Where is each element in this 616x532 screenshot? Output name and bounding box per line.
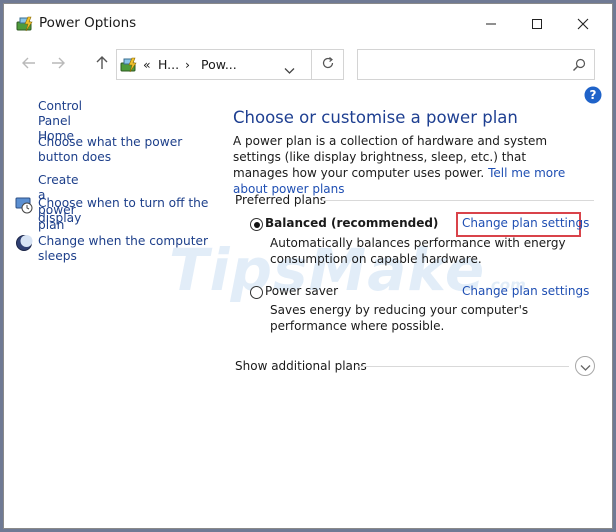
section-divider <box>322 200 594 201</box>
maximize-icon <box>531 15 543 34</box>
power-options-window: Power Options « H... › Pow... ? Control … <box>3 3 613 529</box>
close-button[interactable] <box>560 4 606 44</box>
title-bar: Power Options <box>4 4 612 44</box>
preferred-plans-label: Preferred plans <box>235 193 327 207</box>
forward-button[interactable] <box>49 56 67 74</box>
balanced-radio[interactable] <box>250 218 263 231</box>
power-saver-plan-name[interactable]: Power saver <box>265 284 338 298</box>
sidebar-item-power-button[interactable]: Choose what the power button does <box>38 135 216 165</box>
balanced-plan-description: Automatically balances performance with … <box>270 236 566 266</box>
show-additional-plans-label[interactable]: Show additional plans <box>235 359 367 373</box>
balanced-change-settings-link[interactable]: Change plan settings <box>462 216 589 230</box>
sleep-moon-icon <box>15 234 33 252</box>
power-saver-radio[interactable] <box>250 286 263 299</box>
back-button[interactable] <box>20 56 38 74</box>
address-overflow[interactable]: « <box>143 57 151 72</box>
sidebar-item-sleep[interactable]: Change when the computer sleeps <box>38 234 210 264</box>
power-saver-change-settings-link[interactable]: Change plan settings <box>462 284 589 298</box>
address-segment-power[interactable]: Pow... <box>201 57 237 72</box>
address-separator: › <box>185 57 190 72</box>
maximize-button[interactable] <box>514 4 560 44</box>
navigation-bar: « H... › Pow... <box>4 44 612 86</box>
page-description: A power plan is a collection of hardware… <box>233 133 585 197</box>
power-saver-plan-description: Saves energy by reducing your computer's… <box>270 303 529 333</box>
arrow-left-icon <box>21 55 37 75</box>
window-title: Power Options <box>39 15 137 31</box>
page-title: Choose or customise a power plan <box>233 108 518 127</box>
arrow-right-icon <box>50 55 66 75</box>
power-options-icon <box>120 57 138 73</box>
refresh-icon <box>321 55 335 74</box>
refresh-button[interactable] <box>311 50 344 79</box>
arrow-up-icon <box>94 55 110 75</box>
search-input[interactable] <box>357 49 595 80</box>
minimize-icon <box>485 15 497 34</box>
balanced-plan-name[interactable]: Balanced (recommended) <box>265 216 438 230</box>
up-button[interactable] <box>93 56 111 74</box>
address-segment-home[interactable]: H... <box>158 57 179 72</box>
sidebar-item-display-off[interactable]: Choose when to turn off the display <box>38 196 210 226</box>
display-power-icon <box>15 196 33 214</box>
expand-additional-plans-button[interactable] <box>575 356 595 376</box>
chevron-down-icon[interactable] <box>284 60 295 79</box>
additional-divider <box>357 366 569 367</box>
address-bar[interactable]: « H... › Pow... <box>116 49 344 80</box>
search-icon <box>572 57 586 76</box>
help-icon[interactable]: ? <box>584 86 602 104</box>
svg-text:?: ? <box>590 88 597 102</box>
chevron-down-icon <box>580 357 591 376</box>
close-icon <box>577 15 589 34</box>
minimize-button[interactable] <box>468 4 514 44</box>
power-options-icon <box>16 16 34 32</box>
